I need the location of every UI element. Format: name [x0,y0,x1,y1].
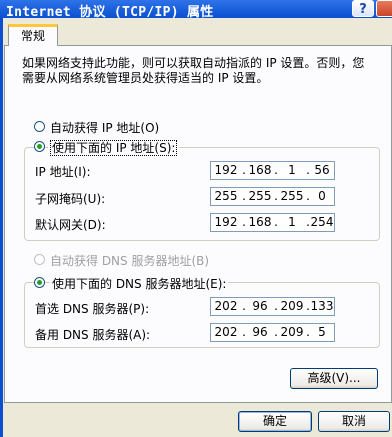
auto-dns-label: 自动获得 DNS 服务器地址(B) [50,254,210,268]
manual-dns-label[interactable]: 使用下面的 DNS 服务器地址(E): [50,275,229,292]
octet: 168 [248,163,272,177]
octet: 133 [310,299,334,313]
octet: 5 [318,325,326,339]
octet: 202 [214,325,238,339]
octet: 1 [288,215,296,229]
close-button[interactable] [376,0,392,17]
octet: 0 [318,189,326,203]
auto-ip-label[interactable]: 自动获得 IP 地址(O) [50,119,159,136]
manual-ip-label-wrap[interactable]: 使用下面的 IP 地址(S): [48,139,180,156]
description-text: 如果网络支持此功能，则可以获取自动指派的 IP 设置。否则，您需要从网络系统管理… [22,56,365,85]
title-bar: Internet 协议 (TCP/IP) 属性 ? [0,0,392,20]
radio-auto-ip[interactable] [34,121,45,132]
octet: 96 [252,325,268,339]
subnet-mask-label: 子网掩码(U): [35,192,106,206]
octet: 202 [214,299,238,313]
window-border [0,18,3,437]
preferred-dns-field[interactable]: 202 . 96 . 209 . 133 [210,297,335,316]
radio-auto-dns [34,254,45,265]
subnet-mask-field[interactable]: 255 . 255 . 255 . 0 [210,187,335,206]
alternate-dns-field[interactable]: 202 . 96 . 209 . 5 [210,323,335,342]
octet: 255 [280,189,304,203]
octet: 254 [310,215,334,229]
octet: 209 [280,299,304,313]
advanced-button[interactable]: 高级(V)... [290,368,378,389]
tab-label: 常规 [20,29,45,43]
octet: 56 [314,163,330,177]
ip-address-label: IP 地址(I): [35,165,91,179]
octet: 1 [288,163,296,177]
radio-manual-ip[interactable] [34,141,45,152]
gateway-label: 默认网关(D): [35,218,106,232]
octet: 168 [248,215,272,229]
octet: 255 [214,189,238,203]
octet: 209 [280,325,304,339]
radio-manual-dns[interactable] [34,277,45,288]
tab-general[interactable]: 常规 [8,24,58,46]
octet: 192 [214,163,238,177]
octet: 96 [252,299,268,313]
alternate-dns-label: 备用 DNS 服务器(A): [35,328,151,342]
help-button[interactable]: ? [352,0,374,17]
window-title: Internet 协议 (TCP/IP) 属性 [6,5,214,20]
ok-button[interactable]: 确定 [238,411,312,432]
octet: 192 [214,215,238,229]
preferred-dns-label: 首选 DNS 服务器(P): [35,302,150,316]
ip-address-field[interactable]: 192 . 168 . 1 . 56 [210,161,335,180]
manual-ip-label: 使用下面的 IP 地址(S): [50,140,178,156]
octet: 255 [248,189,272,203]
gateway-field[interactable]: 192 . 168 . 1 . 254 [210,213,335,232]
cancel-button[interactable]: 取消 [318,411,390,432]
